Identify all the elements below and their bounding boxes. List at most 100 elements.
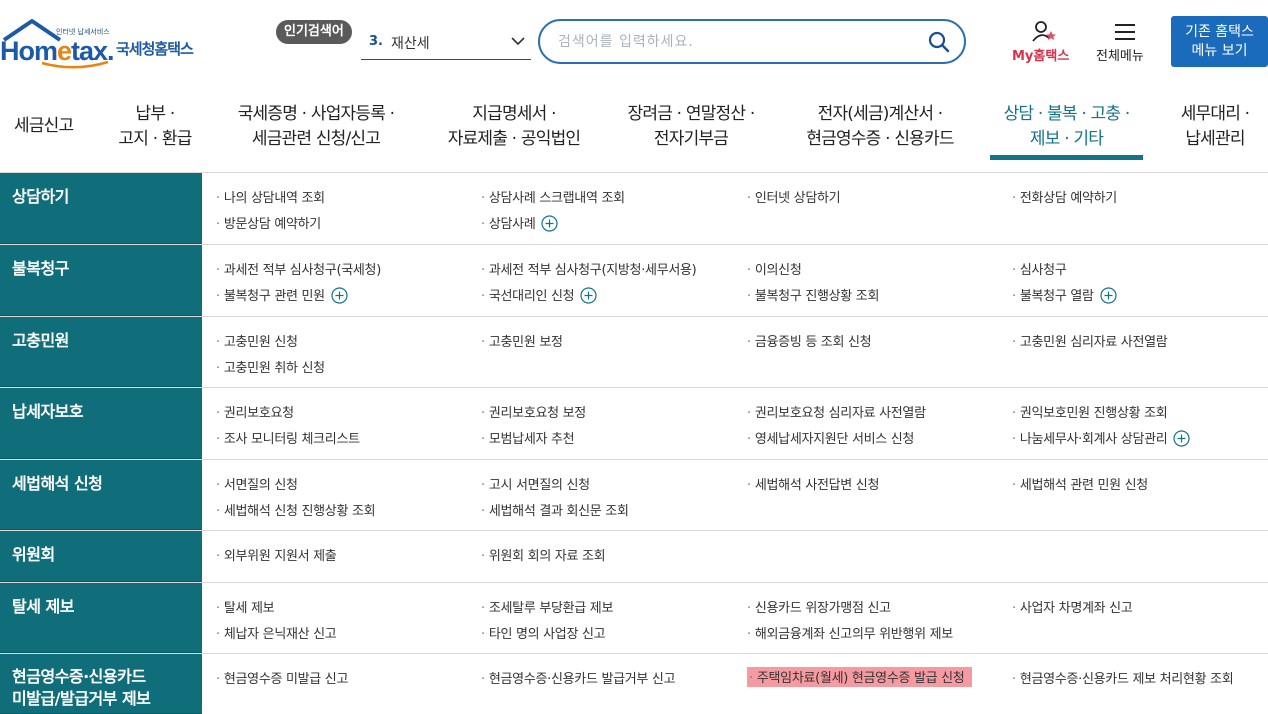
nav-payment[interactable]: 납부 · 고지 · 환급 — [112, 102, 198, 154]
menu-link[interactable]: · 이의신청 — [747, 259, 802, 278]
menu-link[interactable]: · 사업자 차명계좌 신고 — [1012, 597, 1133, 616]
menu-link[interactable]: · 과세전 적부 심사청구(지방청·세무서용) — [481, 259, 697, 278]
nav-label: 세금관련 신청/신고 — [251, 129, 381, 149]
menu-link[interactable]: · 영세납세자지원단 서비스 신청 — [747, 428, 914, 447]
menu-link-label: 나눔세무사·회계사 상담관리 — [1019, 432, 1168, 447]
menu-link[interactable]: · 권리보호요청 — [216, 402, 294, 421]
plus-circle-icon[interactable] — [580, 287, 597, 304]
category-title: 납세자보호 — [0, 388, 202, 459]
menu-link-label: 모범납세자 추천 — [488, 432, 575, 447]
menu-link-label: 금융증빙 등 조회 신청 — [754, 335, 872, 350]
plus-circle-icon[interactable] — [1100, 287, 1117, 304]
menu-link-highlighted[interactable]: · 주택임차료(월세) 현금영수증 발급 신청 — [747, 667, 973, 687]
menu-link[interactable]: · 세법해석 결과 회신문 조회 — [481, 500, 629, 519]
my-hometax-button[interactable]: My홈택스 — [1008, 20, 1084, 66]
menu-link-label: 상담사례 스크랩내역 조회 — [488, 191, 625, 206]
menu-link-label: 현금영수증 미발급 신고 — [223, 672, 349, 687]
menu-link-expandable[interactable]: · 불복청구 관련 민원 — [216, 285, 348, 304]
menu-link[interactable]: · 권리보호요청 보정 — [481, 402, 586, 421]
nav-payment-statements[interactable]: 지급명세서 · 자료제출 · 공익법인 — [438, 102, 590, 154]
menu-link[interactable]: · 해외금융계좌 신고의무 위반행위 제보 — [747, 623, 953, 642]
nav-e-invoice[interactable]: 전자(세금)계산서 · 현금영수증 · 신용카드 — [796, 102, 964, 154]
menu-link-expandable[interactable]: · 불복청구 열람 — [1012, 285, 1117, 304]
menu-link[interactable]: · 금융증빙 등 조회 신청 — [747, 331, 872, 350]
nav-label: 세금신고 — [14, 116, 74, 136]
category-row-appeal: 불복청구 · 과세전 적부 심사청구(국세청) · 과세전 적부 심사청구(지방청·… — [0, 245, 1268, 317]
menu-link[interactable]: · 과세전 적부 심사청구(국세청) — [216, 259, 381, 278]
menu-link[interactable]: · 세법해석 관련 민원 신청 — [1012, 474, 1148, 493]
category-title: 고충민원 — [0, 317, 202, 387]
user-star-icon — [1032, 21, 1056, 42]
menu-link[interactable]: · 탈세 제보 — [216, 597, 275, 616]
plus-circle-icon[interactable] — [541, 215, 559, 232]
menu-link[interactable]: · 전화상담 예약하기 — [1012, 187, 1117, 206]
nav-label: 장려금 · 연말정산 · — [627, 104, 756, 124]
menu-link[interactable]: · 위원회 회의 자료 조회 — [481, 545, 606, 564]
menu-link-label: 세법해석 결과 회신문 조회 — [488, 504, 629, 519]
submenu-panel: 상담하기 · 나의 상담내역 조회 · 상담사례 스크랩내역 조회 · 인터넷 상담하… — [0, 173, 1268, 714]
nav-tax-agent[interactable]: 세무대리 · 납세관리 — [1170, 102, 1260, 154]
legacy-menu-line1: 기존 홈택스 — [1185, 24, 1254, 40]
hometax-logo[interactable]: 인터넷 납세서비스 Hometax. 국세청홈택스 — [0, 12, 215, 72]
menu-link-label: 전화상담 예약하기 — [1019, 191, 1117, 206]
menu-link-label: 권리보호요청 심리자료 사전열람 — [754, 406, 926, 421]
category-title: 불복청구 — [0, 245, 202, 316]
menu-link[interactable]: · 권리보호요청 심리자료 사전열람 — [747, 402, 926, 421]
menu-link-expandable[interactable]: · 나눔세무사·회계사 상담관리 — [1012, 428, 1191, 447]
menu-link[interactable]: · 신용카드 위장가맹점 신고 — [747, 597, 891, 616]
legacy-menu-button[interactable]: 기존 홈택스 메뉴 보기 — [1171, 16, 1268, 67]
plus-circle-icon[interactable] — [331, 287, 348, 304]
menu-link[interactable]: · 나의 상담내역 조회 — [216, 187, 325, 206]
menu-link-expandable[interactable]: · 상담사례 — [481, 213, 559, 232]
menu-link[interactable]: · 조사 모니터링 체크리스트 — [216, 428, 360, 447]
header: 인터넷 납세서비스 Hometax. 국세청홈택스 인기검색어 3. 재산세 M… — [0, 0, 1268, 84]
menu-link[interactable]: · 고충민원 심리자료 사전열람 — [1012, 331, 1168, 350]
popular-keyword-text: 재산세 — [391, 36, 430, 52]
nav-label: 자료제출 · 공익법인 — [447, 129, 581, 149]
menu-link[interactable]: · 세법해석 신청 진행상황 조회 — [216, 500, 376, 519]
menu-link[interactable]: · 고충민원 취하 신청 — [216, 357, 325, 376]
menu-link-label: 권리보호요청 보정 — [488, 406, 586, 421]
menu-link-label: 나의 상담내역 조회 — [223, 191, 325, 206]
menu-link[interactable]: · 외부위원 지원서 제출 — [216, 545, 337, 564]
nav-consultation-active[interactable]: 상담 · 불복 · 고충 · 제보 · 기타 — [990, 102, 1143, 154]
all-menu-button[interactable]: 전체메뉴 — [1094, 20, 1160, 66]
menu-link-label: 서면질의 신청 — [223, 478, 298, 493]
menu-link[interactable]: · 조세탈루 부당환급 제보 — [481, 597, 613, 616]
search-icon[interactable] — [928, 31, 950, 53]
category-title-line: 미발급/발급거부 제보 — [12, 689, 151, 708]
menu-link[interactable]: · 체납자 은닉재산 신고 — [216, 623, 337, 642]
menu-link[interactable]: · 모범납세자 추천 — [481, 428, 575, 447]
menu-link-label: 상담사례 — [488, 217, 536, 232]
menu-link[interactable]: · 세법해석 사전답변 신청 — [747, 474, 879, 493]
menu-link[interactable]: · 고충민원 신청 — [216, 331, 298, 350]
menu-link-label: 주택임차료(월세) 현금영수증 발급 신청 — [756, 671, 965, 686]
nav-label: 상담 · 불복 · 고충 · — [1003, 104, 1131, 124]
menu-link[interactable]: · 타인 명의 사업장 신고 — [481, 623, 606, 642]
menu-link[interactable]: · 서면질의 신청 — [216, 474, 298, 493]
menu-link[interactable]: · 인터넷 상담하기 — [747, 187, 841, 206]
menu-link-expandable[interactable]: · 국선대리인 신청 — [481, 285, 597, 304]
menu-link[interactable]: · 현금영수증·신용카드 제보 처리현황 조회 — [1012, 668, 1234, 687]
menu-link-label: 불복청구 관련 민원 — [223, 289, 325, 304]
search-input[interactable] — [558, 31, 918, 53]
nav-incentives[interactable]: 장려금 · 연말정산 · 전자기부금 — [616, 102, 766, 154]
menu-link[interactable]: · 현금영수증·신용카드 발급거부 신고 — [481, 668, 676, 687]
popular-keyword-select[interactable]: 3. 재산세 — [361, 26, 531, 60]
menu-link[interactable]: · 현금영수증 미발급 신고 — [216, 668, 348, 687]
menu-link-label: 외부위원 지원서 제출 — [223, 549, 337, 564]
menu-link[interactable]: · 상담사례 스크랩내역 조회 — [481, 187, 625, 206]
menu-link[interactable]: · 고충민원 보정 — [481, 331, 563, 350]
menu-link[interactable]: · 권익보호민원 진행상황 조회 — [1012, 402, 1168, 421]
menu-link-label: 불복청구 진행상황 조회 — [754, 289, 880, 304]
menu-link[interactable]: · 방문상담 예약하기 — [216, 213, 321, 232]
menu-link-label: 현금영수증·신용카드 제보 처리현황 조회 — [1019, 672, 1234, 687]
nav-tax-filing[interactable]: 세금신고 — [14, 114, 74, 166]
menu-link[interactable]: · 고시 서면질의 신청 — [481, 474, 590, 493]
popular-keyword-rank: 3. — [369, 34, 383, 49]
menu-link[interactable]: · 심사청구 — [1012, 259, 1067, 278]
nav-label: 전자기부금 — [653, 129, 729, 149]
plus-circle-icon[interactable] — [1173, 430, 1191, 447]
menu-link[interactable]: · 불복청구 진행상황 조회 — [747, 285, 879, 304]
nav-certificates[interactable]: 국세증명 · 사업자등록 · 세금관련 신청/신고 — [226, 102, 406, 154]
